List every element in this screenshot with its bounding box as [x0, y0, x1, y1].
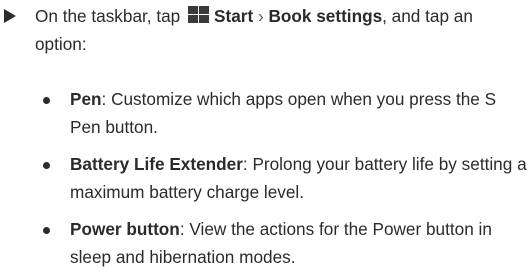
bullet-icon	[43, 227, 50, 234]
option-title: Pen	[70, 89, 102, 109]
option-description: : Customize which apps open when you pre…	[70, 89, 497, 137]
list-item-text: Battery Life Extender: Prolong your batt…	[70, 150, 528, 206]
list-item-text: Pen: Customize which apps open when you …	[70, 85, 528, 141]
option-title: Battery Life Extender	[70, 154, 243, 174]
option-title: Power button	[70, 219, 180, 239]
instruction-document: On the taskbar, tap Start › Book setting…	[0, 0, 530, 279]
list-item-text: Power button: View the actions for the P…	[70, 215, 528, 271]
bullet-icon	[43, 97, 50, 104]
bullet-icon	[43, 162, 50, 169]
options-list: Pen: Customize which apps open when you …	[0, 0, 530, 279]
